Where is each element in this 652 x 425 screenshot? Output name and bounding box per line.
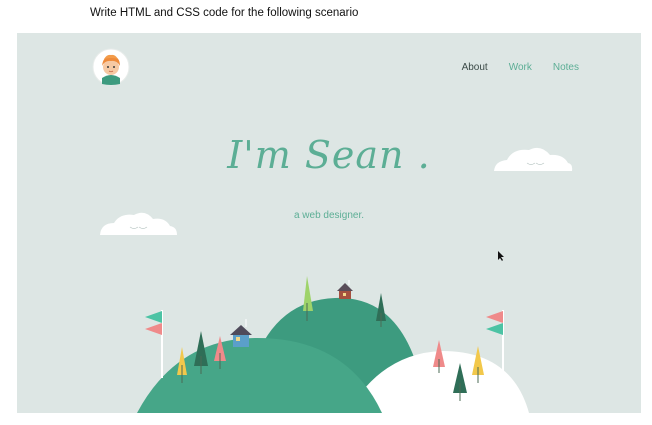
cursor-icon (498, 251, 504, 261)
cloud-icon (100, 212, 177, 235)
instruction-text: Write HTML and CSS code for the followin… (90, 7, 359, 19)
flag-icon (145, 310, 163, 378)
cloud-icon (494, 147, 573, 171)
house-icon (337, 280, 353, 299)
house-icon (230, 319, 252, 347)
website-screenshot: About Work Notes I'm Sean . a web design… (17, 33, 641, 413)
landscape-illustration (100, 147, 573, 413)
